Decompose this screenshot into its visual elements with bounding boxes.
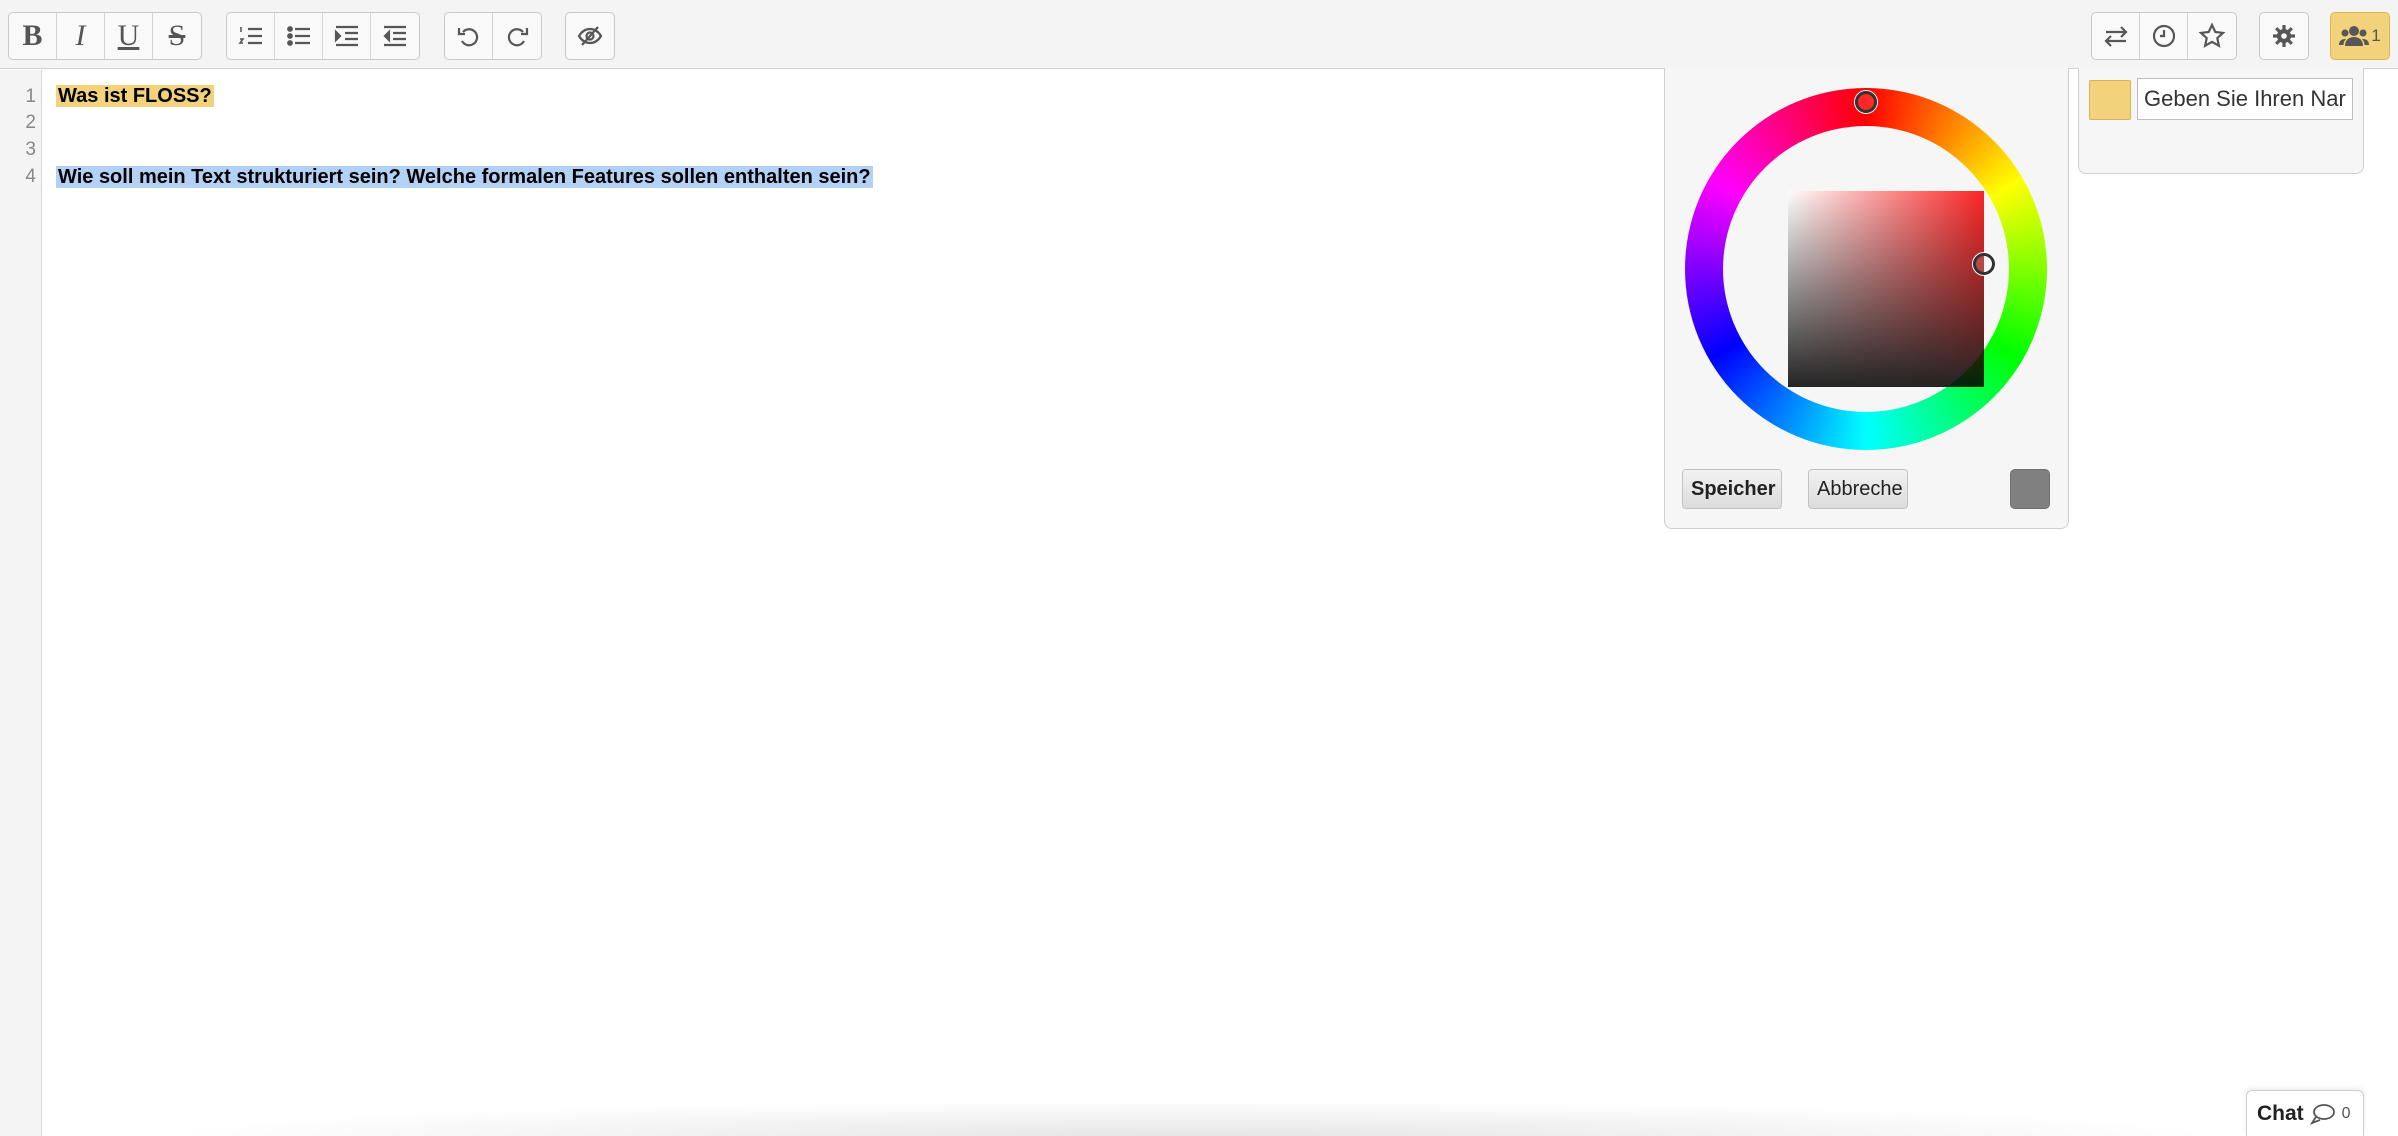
saturation-marker[interactable] bbox=[1973, 253, 1995, 275]
users-button[interactable]: 1 bbox=[2330, 12, 2390, 60]
saturation-value-square[interactable] bbox=[1788, 191, 1984, 387]
list-button-group bbox=[226, 12, 420, 60]
users-count: 1 bbox=[2371, 26, 2381, 45]
ordered-list-button[interactable] bbox=[227, 13, 275, 59]
star-icon bbox=[2198, 22, 2226, 48]
visibility-button-group bbox=[565, 12, 615, 60]
chat-label: Chat bbox=[2257, 1101, 2304, 1125]
chat-bubble-icon bbox=[2309, 1103, 2335, 1125]
show-authorship-button[interactable] bbox=[566, 13, 614, 59]
undo-icon bbox=[457, 28, 478, 47]
cancel-color-button[interactable]: Abbreche bbox=[1808, 469, 1908, 509]
format-button-group: B I U S bbox=[8, 12, 202, 60]
import-export-button[interactable] bbox=[2092, 13, 2140, 59]
settings-button[interactable] bbox=[2260, 13, 2308, 59]
import-export-icon bbox=[2103, 26, 2128, 47]
line-number: 3 bbox=[25, 139, 36, 160]
line-number: 2 bbox=[25, 112, 36, 133]
line-number: 4 bbox=[25, 166, 36, 187]
author-highlighted-text[interactable]: Wie soll mein Text strukturiert sein? We… bbox=[56, 166, 873, 188]
underline-button[interactable]: U bbox=[105, 13, 153, 59]
strikethrough-button[interactable]: S bbox=[153, 13, 201, 59]
hue-wheel[interactable] bbox=[1685, 88, 2047, 450]
unordered-list-button[interactable] bbox=[275, 13, 323, 59]
ordered-list-icon bbox=[237, 27, 262, 45]
gear-icon bbox=[2273, 25, 2295, 47]
italic-button[interactable]: I bbox=[57, 13, 105, 59]
star-button[interactable] bbox=[2188, 13, 2236, 59]
indent-icon bbox=[334, 25, 358, 47]
author-highlighted-text[interactable]: Was ist FLOSS? bbox=[56, 85, 214, 107]
history-button-group bbox=[444, 12, 542, 60]
editor-line-4[interactable]: Wie soll mein Text strukturiert sein? We… bbox=[56, 164, 873, 190]
outdent-button[interactable] bbox=[371, 13, 419, 59]
bold-button[interactable]: B bbox=[9, 13, 57, 59]
editbar: B I U S 1 bbox=[0, 0, 2398, 69]
timeslider-icon bbox=[2152, 24, 2175, 48]
chat-unread-count: 0 bbox=[2341, 1104, 2351, 1122]
redo-button[interactable] bbox=[493, 13, 541, 59]
users-icon bbox=[2339, 26, 2370, 46]
timeslider-button[interactable] bbox=[2140, 13, 2188, 59]
color-picker-panel: Speicher Abbreche bbox=[1664, 68, 2069, 529]
eye-slash-icon bbox=[577, 26, 603, 46]
indent-button[interactable] bbox=[323, 13, 371, 59]
outdent-icon bbox=[383, 25, 406, 47]
hue-marker[interactable] bbox=[1855, 91, 1877, 113]
chat-button[interactable]: Chat 0 bbox=[2246, 1090, 2364, 1136]
undo-button[interactable] bbox=[445, 13, 493, 59]
right-button-group bbox=[2091, 12, 2237, 60]
user-name-input[interactable] bbox=[2137, 78, 2353, 120]
color-preview-swatch bbox=[2010, 469, 2050, 509]
redo-icon bbox=[507, 28, 529, 47]
line-number: 1 bbox=[25, 86, 36, 107]
save-color-button[interactable]: Speicher bbox=[1682, 469, 1782, 509]
line-number-gutter: 1 2 3 4 bbox=[0, 70, 42, 1136]
settings-button-group bbox=[2259, 12, 2309, 60]
unordered-list-icon bbox=[286, 26, 310, 46]
user-list-panel bbox=[2078, 68, 2364, 174]
bottom-shadow bbox=[150, 1100, 2230, 1136]
user-color-swatch[interactable] bbox=[2089, 80, 2131, 120]
editor-line-1[interactable]: Was ist FLOSS? bbox=[56, 83, 214, 109]
